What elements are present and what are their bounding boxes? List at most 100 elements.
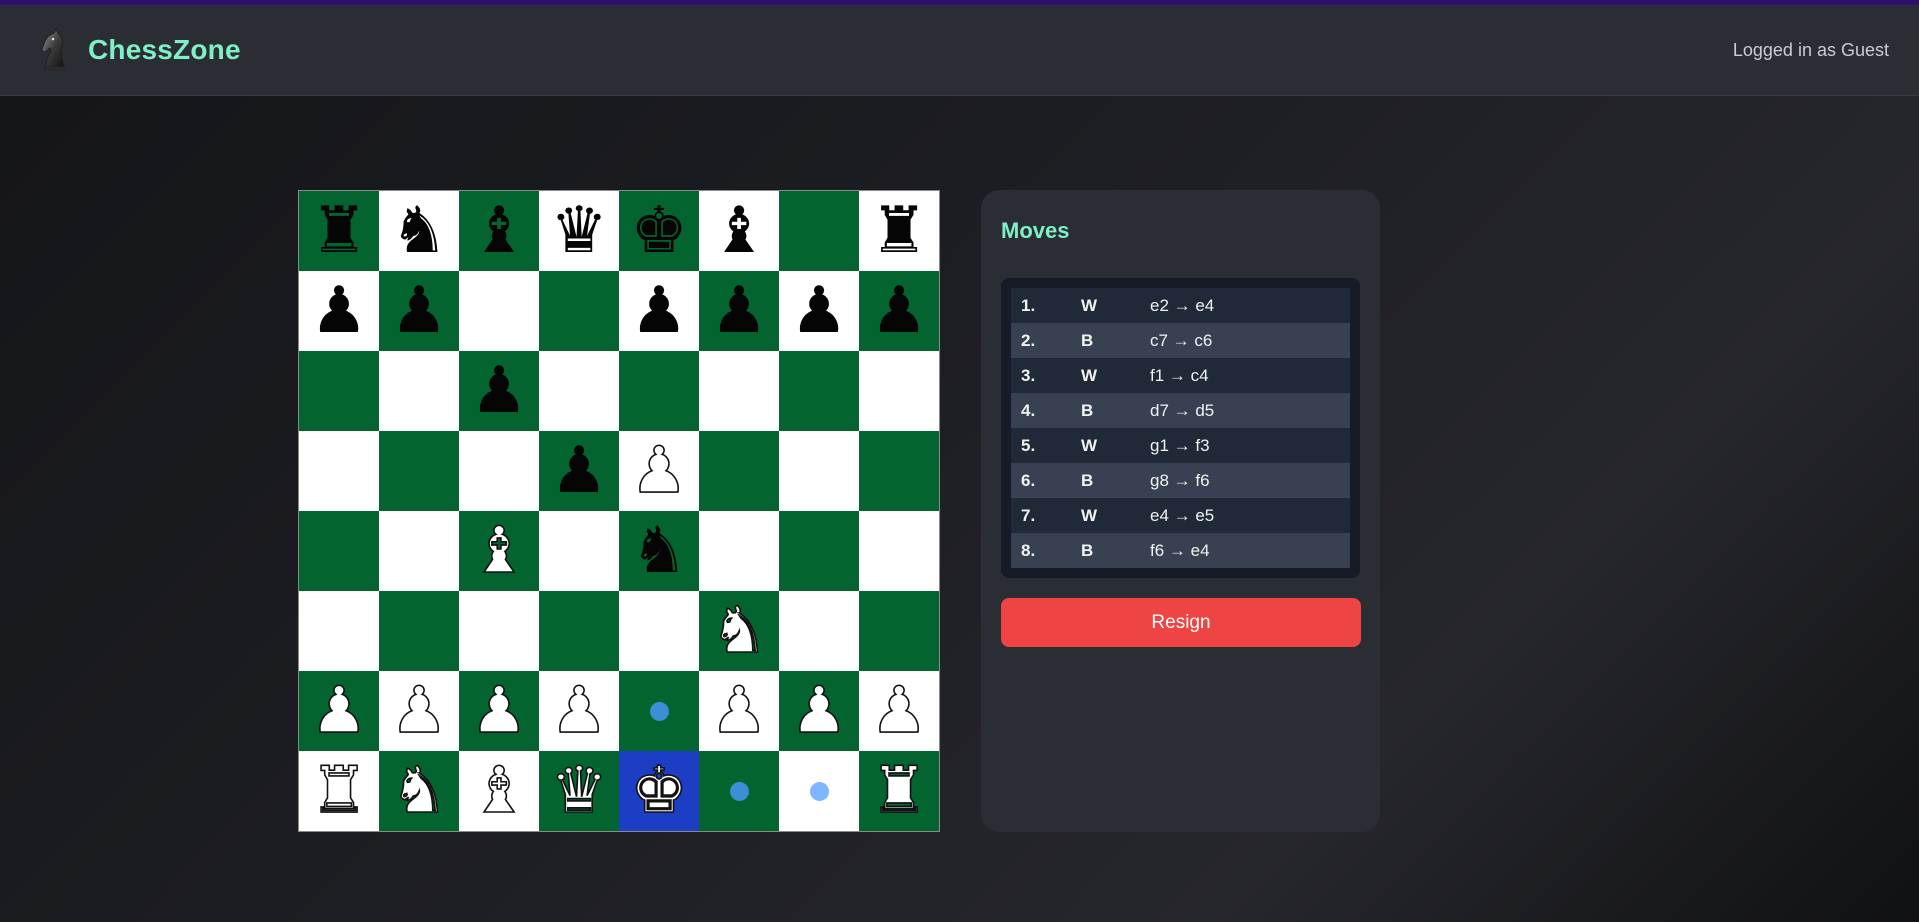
- square-d6[interactable]: [539, 351, 619, 431]
- white-pawn-icon[interactable]: ♟: [470, 678, 529, 744]
- square-b5[interactable]: [379, 431, 459, 511]
- square-a2[interactable]: ♟: [299, 671, 379, 751]
- square-e1[interactable]: ♚: [619, 751, 699, 831]
- black-pawn-icon[interactable]: ♟: [790, 279, 847, 343]
- square-e6[interactable]: [619, 351, 699, 431]
- square-d2[interactable]: ♟: [539, 671, 619, 751]
- square-f8[interactable]: ♝: [699, 191, 779, 271]
- move-hint-dot[interactable]: [729, 781, 749, 801]
- square-a7[interactable]: ♟: [299, 271, 379, 351]
- square-f7[interactable]: ♟: [699, 271, 779, 351]
- black-pawn-icon[interactable]: ♟: [310, 279, 367, 343]
- white-knight-icon[interactable]: ♞: [390, 758, 449, 824]
- square-g6[interactable]: [779, 351, 859, 431]
- white-pawn-icon[interactable]: ♟: [870, 678, 929, 744]
- square-c7[interactable]: [459, 271, 539, 351]
- square-f6[interactable]: [699, 351, 779, 431]
- square-e3[interactable]: [619, 591, 699, 671]
- square-f3[interactable]: ♞: [699, 591, 779, 671]
- square-f4[interactable]: [699, 511, 779, 591]
- chess-board[interactable]: ♜ ♞ ♝ ♛ ♚ ♝ ♜ ♟ ♟ ♟ ♟ ♟ ♟ ♟ ♟ ♟ ♝ ♞ ♞ ♟ ♟ ♟ ♟ ♟ ♟ ♟ ♜ ♞ ♝ ♛ ♚ ♜: [298, 190, 940, 832]
- square-g2[interactable]: ♟: [779, 671, 859, 751]
- white-bishop-icon[interactable]: ♝: [470, 758, 529, 824]
- white-queen-icon[interactable]: ♛: [550, 758, 609, 824]
- square-c4[interactable]: ♝: [459, 511, 539, 591]
- black-pawn-icon[interactable]: ♟: [470, 359, 527, 423]
- black-bishop-icon[interactable]: ♝: [470, 199, 527, 263]
- black-rook-icon[interactable]: ♜: [310, 199, 367, 263]
- white-pawn-icon[interactable]: ♟: [710, 678, 769, 744]
- square-c2[interactable]: ♟: [459, 671, 539, 751]
- square-e8[interactable]: ♚: [619, 191, 699, 271]
- square-g7[interactable]: ♟: [779, 271, 859, 351]
- square-d8[interactable]: ♛: [539, 191, 619, 271]
- square-a6[interactable]: [299, 351, 379, 431]
- black-pawn-icon[interactable]: ♟: [550, 439, 607, 503]
- black-queen-icon[interactable]: ♛: [550, 199, 607, 263]
- square-h5[interactable]: [859, 431, 939, 511]
- square-a4[interactable]: [299, 511, 379, 591]
- square-h6[interactable]: [859, 351, 939, 431]
- white-pawn-icon[interactable]: ♟: [630, 438, 689, 504]
- black-rook-icon[interactable]: ♜: [870, 199, 927, 263]
- square-h4[interactable]: [859, 511, 939, 591]
- square-g5[interactable]: [779, 431, 859, 511]
- square-b3[interactable]: [379, 591, 459, 671]
- square-f2[interactable]: ♟: [699, 671, 779, 751]
- white-pawn-icon[interactable]: ♟: [310, 678, 369, 744]
- white-pawn-icon[interactable]: ♟: [390, 678, 449, 744]
- white-rook-icon[interactable]: ♜: [870, 758, 929, 824]
- square-c8[interactable]: ♝: [459, 191, 539, 271]
- square-c3[interactable]: [459, 591, 539, 671]
- resign-button[interactable]: Resign: [1001, 598, 1361, 647]
- square-g4[interactable]: [779, 511, 859, 591]
- white-knight-icon[interactable]: ♞: [710, 598, 769, 664]
- square-d7[interactable]: [539, 271, 619, 351]
- white-pawn-icon[interactable]: ♟: [550, 678, 609, 744]
- black-knight-icon[interactable]: ♞: [390, 199, 447, 263]
- white-pawn-icon[interactable]: ♟: [790, 678, 849, 744]
- square-d4[interactable]: [539, 511, 619, 591]
- square-b7[interactable]: ♟: [379, 271, 459, 351]
- square-b4[interactable]: [379, 511, 459, 591]
- square-b1[interactable]: ♞: [379, 751, 459, 831]
- square-a1[interactable]: ♜: [299, 751, 379, 831]
- move-hint-dot[interactable]: [809, 781, 829, 801]
- square-g3[interactable]: [779, 591, 859, 671]
- square-f1[interactable]: [699, 751, 779, 831]
- square-b2[interactable]: ♟: [379, 671, 459, 751]
- square-b8[interactable]: ♞: [379, 191, 459, 271]
- square-a8[interactable]: ♜: [299, 191, 379, 271]
- square-h3[interactable]: [859, 591, 939, 671]
- square-d1[interactable]: ♛: [539, 751, 619, 831]
- square-a3[interactable]: [299, 591, 379, 671]
- black-pawn-icon[interactable]: ♟: [630, 279, 687, 343]
- square-g1[interactable]: [779, 751, 859, 831]
- square-h1[interactable]: ♜: [859, 751, 939, 831]
- square-e2[interactable]: [619, 671, 699, 751]
- square-c1[interactable]: ♝: [459, 751, 539, 831]
- black-king-icon[interactable]: ♚: [630, 199, 687, 263]
- square-g8[interactable]: [779, 191, 859, 271]
- square-h7[interactable]: ♟: [859, 271, 939, 351]
- square-b6[interactable]: [379, 351, 459, 431]
- black-pawn-icon[interactable]: ♟: [870, 279, 927, 343]
- black-bishop-icon[interactable]: ♝: [710, 199, 767, 263]
- white-bishop-icon[interactable]: ♝: [470, 518, 529, 584]
- black-knight-icon[interactable]: ♞: [630, 519, 687, 583]
- square-a5[interactable]: [299, 431, 379, 511]
- move-hint-dot[interactable]: [649, 701, 669, 721]
- square-c6[interactable]: ♟: [459, 351, 539, 431]
- square-e5[interactable]: ♟: [619, 431, 699, 511]
- white-king-icon[interactable]: ♚: [630, 758, 689, 824]
- white-rook-icon[interactable]: ♜: [310, 758, 369, 824]
- square-e4[interactable]: ♞: [619, 511, 699, 591]
- square-f5[interactable]: [699, 431, 779, 511]
- brand[interactable]: ChessZone: [36, 26, 241, 74]
- square-h8[interactable]: ♜: [859, 191, 939, 271]
- square-c5[interactable]: [459, 431, 539, 511]
- square-d5[interactable]: ♟: [539, 431, 619, 511]
- square-h2[interactable]: ♟: [859, 671, 939, 751]
- square-e7[interactable]: ♟: [619, 271, 699, 351]
- square-d3[interactable]: [539, 591, 619, 671]
